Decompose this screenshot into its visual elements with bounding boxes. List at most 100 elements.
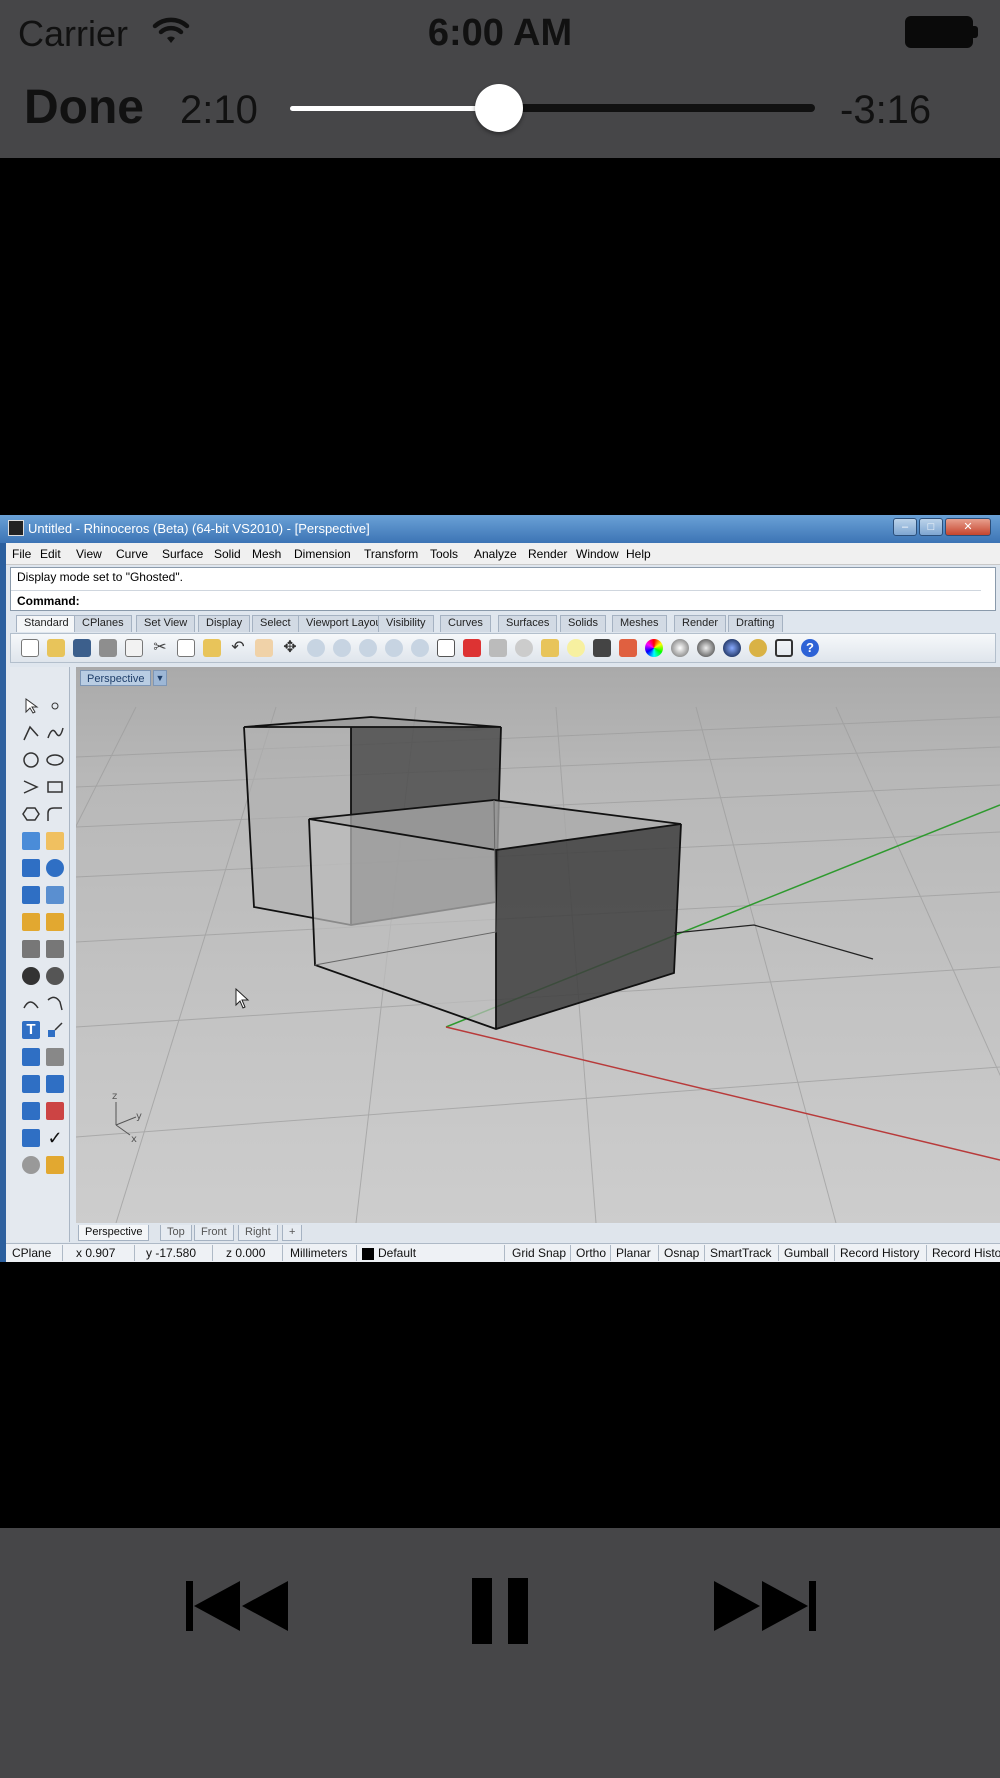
trim-icon (46, 940, 64, 958)
fillet-curve-icon (46, 805, 64, 823)
menu-render[interactable]: Render (528, 547, 567, 561)
toolbar-tab-standard[interactable]: Standard (16, 615, 77, 632)
pause-button[interactable] (470, 1578, 530, 1644)
z-coordinate: z 0.000 (226, 1246, 266, 1260)
options-gear-icon (749, 639, 767, 657)
toolbar-tab-curves[interactable]: Curves (440, 615, 491, 632)
dimension-icon (46, 1048, 64, 1066)
minimize-icon: – (893, 518, 917, 536)
toolbar-tab-display[interactable]: Display (198, 615, 251, 632)
rhino-status-bar: CPlane x 0.907 y -17.580 z 0.000 Millime… (6, 1243, 1000, 1262)
properties-icon (619, 639, 637, 657)
block-icon (22, 1075, 40, 1093)
grid-array-icon (22, 1102, 40, 1120)
join-icon (22, 994, 40, 1012)
planar-toggle: Planar (616, 1246, 651, 1260)
curve-icon (46, 724, 64, 742)
toolbar-tab-visibility[interactable]: Visibility (378, 615, 434, 632)
command-prompt: Command: (17, 594, 80, 608)
done-button[interactable]: Done (24, 80, 144, 135)
transform-icon (46, 1102, 64, 1120)
rhino-window-titlebar: Untitled - Rhinoceros (Beta) (64-bit VS2… (0, 515, 1000, 543)
menu-analyze[interactable]: Analyze (474, 547, 517, 561)
save-icon (73, 639, 91, 657)
menu-file[interactable]: File (12, 547, 31, 561)
rotate-view-icon (411, 639, 429, 657)
toolbar-tab-set-view[interactable]: Set View (136, 615, 196, 632)
polyline-icon (22, 724, 40, 742)
analyze-icon (46, 1075, 64, 1093)
osnap-toggle: Osnap (664, 1246, 700, 1260)
playback-scrubber[interactable] (290, 84, 815, 132)
axis-gizmo: z y x (112, 1091, 142, 1145)
mouse-cursor-icon (235, 987, 250, 1009)
close-icon: ✕ (945, 518, 991, 536)
viewport-tab-top[interactable]: Top (160, 1225, 192, 1241)
menu-help[interactable]: Help (626, 547, 651, 561)
scrubber-remaining-track (499, 104, 815, 112)
menu-surface[interactable]: Surface (162, 547, 203, 561)
menu-dimension[interactable]: Dimension (294, 547, 351, 561)
drafting-icon (46, 1156, 64, 1174)
add-viewport-tab-icon[interactable]: + (282, 1225, 303, 1241)
viewport-tab-perspective[interactable]: Perspective (78, 1225, 150, 1241)
toolbar-tab-render[interactable]: Render (674, 615, 727, 632)
viewport-tab-right[interactable]: Right (238, 1225, 278, 1241)
rhino-window-title: Untitled - Rhinoceros (Beta) (64-bit VS2… (28, 521, 370, 536)
hide-icon (489, 639, 507, 657)
box-solid-icon (22, 859, 40, 877)
menu-curve[interactable]: Curve (116, 547, 148, 561)
lightbulb-icon (567, 639, 585, 657)
gizmo-z-label: z (112, 1091, 117, 1102)
edit-solid-icon (46, 913, 64, 931)
extrude-surface-icon (46, 832, 64, 850)
status-time: 6:00 AM (427, 12, 573, 54)
gizmo-x-label: x (131, 1134, 137, 1145)
scrubber-thumb[interactable] (475, 84, 523, 132)
viewport-tabs: Perspective Top Front Right + (76, 1224, 1000, 1242)
toolbar-tab-surfaces[interactable]: Surfaces (498, 615, 558, 632)
scale-icon (46, 1021, 64, 1039)
command-history: Display mode set to "Ghosted". Command: (10, 567, 996, 611)
viewport-scene: z y x (76, 706, 1000, 1223)
viewport-layout-icon (437, 639, 455, 657)
toolbar-tab-cplanes[interactable]: CPlanes (74, 615, 132, 632)
copy-tool-icon (22, 1129, 40, 1147)
arc-icon (22, 778, 40, 796)
toolbar-tab-drafting[interactable]: Drafting (728, 615, 783, 632)
menu-view[interactable]: View (76, 547, 102, 561)
new-file-icon (21, 639, 39, 657)
toolbar-tab-meshes[interactable]: Meshes (612, 615, 667, 632)
toolbar-tab-select[interactable]: Select (252, 615, 299, 632)
player-controls-bar (0, 1528, 1000, 1778)
polygon-icon (22, 805, 40, 823)
color-wheel-icon (645, 639, 663, 657)
rectangle-icon (46, 778, 64, 796)
pause-icon (472, 1578, 528, 1644)
undo-icon: ↶ (231, 639, 245, 656)
video-frame[interactable]: Untitled - Rhinoceros (Beta) (64-bit VS2… (0, 515, 1000, 1262)
menu-mesh[interactable]: Mesh (252, 547, 281, 561)
scrubber-played-track (290, 106, 499, 111)
menu-transform[interactable]: Transform (364, 547, 418, 561)
video-player-screen: Carrier 6:00 AM Done 2:10 -3:16 Untitled… (0, 0, 1000, 1778)
next-track-button[interactable] (712, 1578, 818, 1634)
menu-window[interactable]: Window (576, 547, 619, 561)
smarttrack-toggle: SmartTrack (710, 1246, 772, 1260)
perspective-viewport[interactable]: z y x Perspective ▼ (76, 667, 1000, 1223)
viewport-title[interactable]: Perspective (80, 670, 152, 686)
toolbar-tab-solids[interactable]: Solids (560, 615, 606, 632)
viewport-menu-arrow-icon[interactable]: ▼ (153, 670, 167, 686)
surface-icon (22, 832, 40, 850)
ungroup-icon (46, 967, 64, 985)
cut-icon: ✂ (153, 639, 167, 656)
document-icon (125, 639, 143, 657)
previous-track-button[interactable] (184, 1578, 290, 1634)
menu-tools[interactable]: Tools (430, 547, 458, 561)
menu-edit[interactable]: Edit (40, 547, 61, 561)
zoom-icon (307, 639, 325, 657)
menu-solid[interactable]: Solid (214, 547, 241, 561)
units-label: Millimeters (290, 1246, 348, 1260)
rendered-sphere-icon (697, 639, 715, 657)
viewport-tab-front[interactable]: Front (194, 1225, 234, 1241)
